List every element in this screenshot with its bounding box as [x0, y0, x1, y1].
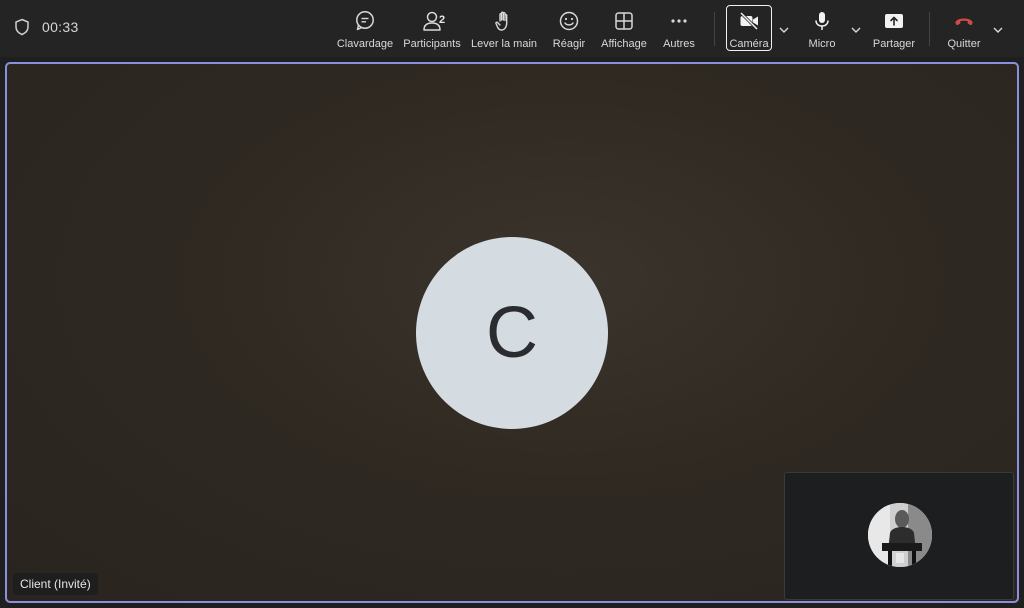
grid-layout-icon — [613, 10, 635, 32]
chat-button[interactable]: Clavardage — [336, 8, 394, 50]
hand-icon — [493, 10, 515, 32]
avatar-initial: C — [486, 293, 538, 373]
meeting-timer: 00:33 — [42, 19, 79, 35]
microphone-icon — [811, 10, 833, 32]
participant-avatar[interactable]: C — [416, 237, 608, 429]
leave-options-chevron-icon[interactable] — [992, 22, 1004, 33]
share-screen-icon — [883, 10, 905, 32]
camera-label: Caméra — [729, 38, 769, 50]
camera-button[interactable]: Caméra — [726, 8, 772, 50]
raise-hand-label: Lever la main — [470, 38, 538, 50]
video-stage: C Client (Invité) — [5, 62, 1019, 603]
mic-button[interactable]: Micro — [800, 8, 844, 50]
more-button[interactable]: Autres — [659, 8, 699, 50]
mic-options-chevron-icon[interactable] — [850, 22, 862, 33]
camera-off-icon — [738, 10, 760, 32]
leave-label: Quitter — [947, 38, 981, 50]
react-label: Réagir — [552, 38, 586, 50]
meeting-info: 00:33 — [14, 18, 79, 36]
more-dots-icon — [668, 10, 690, 32]
chat-icon — [354, 10, 376, 32]
participants-count: 2 — [439, 14, 446, 26]
share-button[interactable]: Partager — [870, 8, 918, 50]
share-label: Partager — [872, 38, 916, 50]
more-label: Autres — [663, 38, 695, 50]
raise-hand-button[interactable]: Lever la main — [470, 8, 538, 50]
camera-options-chevron-icon[interactable] — [778, 22, 790, 33]
leave-button[interactable]: Quitter — [942, 8, 986, 50]
mic-label: Micro — [808, 38, 836, 50]
participant-name-tag: Client (Invité) — [13, 573, 98, 595]
smiley-icon — [558, 10, 580, 32]
hang-up-icon — [953, 10, 975, 32]
toolbar-divider-2 — [929, 12, 930, 46]
view-button[interactable]: Affichage — [599, 8, 649, 50]
chat-label: Clavardage — [336, 38, 394, 50]
react-button[interactable]: Réagir — [549, 8, 589, 50]
meeting-toolbar: 00:33 Clavardage 2 Participants Lever la… — [0, 0, 1024, 57]
self-view-tile[interactable] — [784, 472, 1014, 600]
toolbar-divider — [714, 12, 715, 46]
self-avatar-photo — [868, 503, 932, 567]
participants-label: Participants — [403, 38, 461, 50]
shield-icon[interactable] — [14, 18, 30, 36]
participants-button[interactable]: 2 Participants — [401, 8, 463, 50]
view-label: Affichage — [601, 38, 647, 50]
